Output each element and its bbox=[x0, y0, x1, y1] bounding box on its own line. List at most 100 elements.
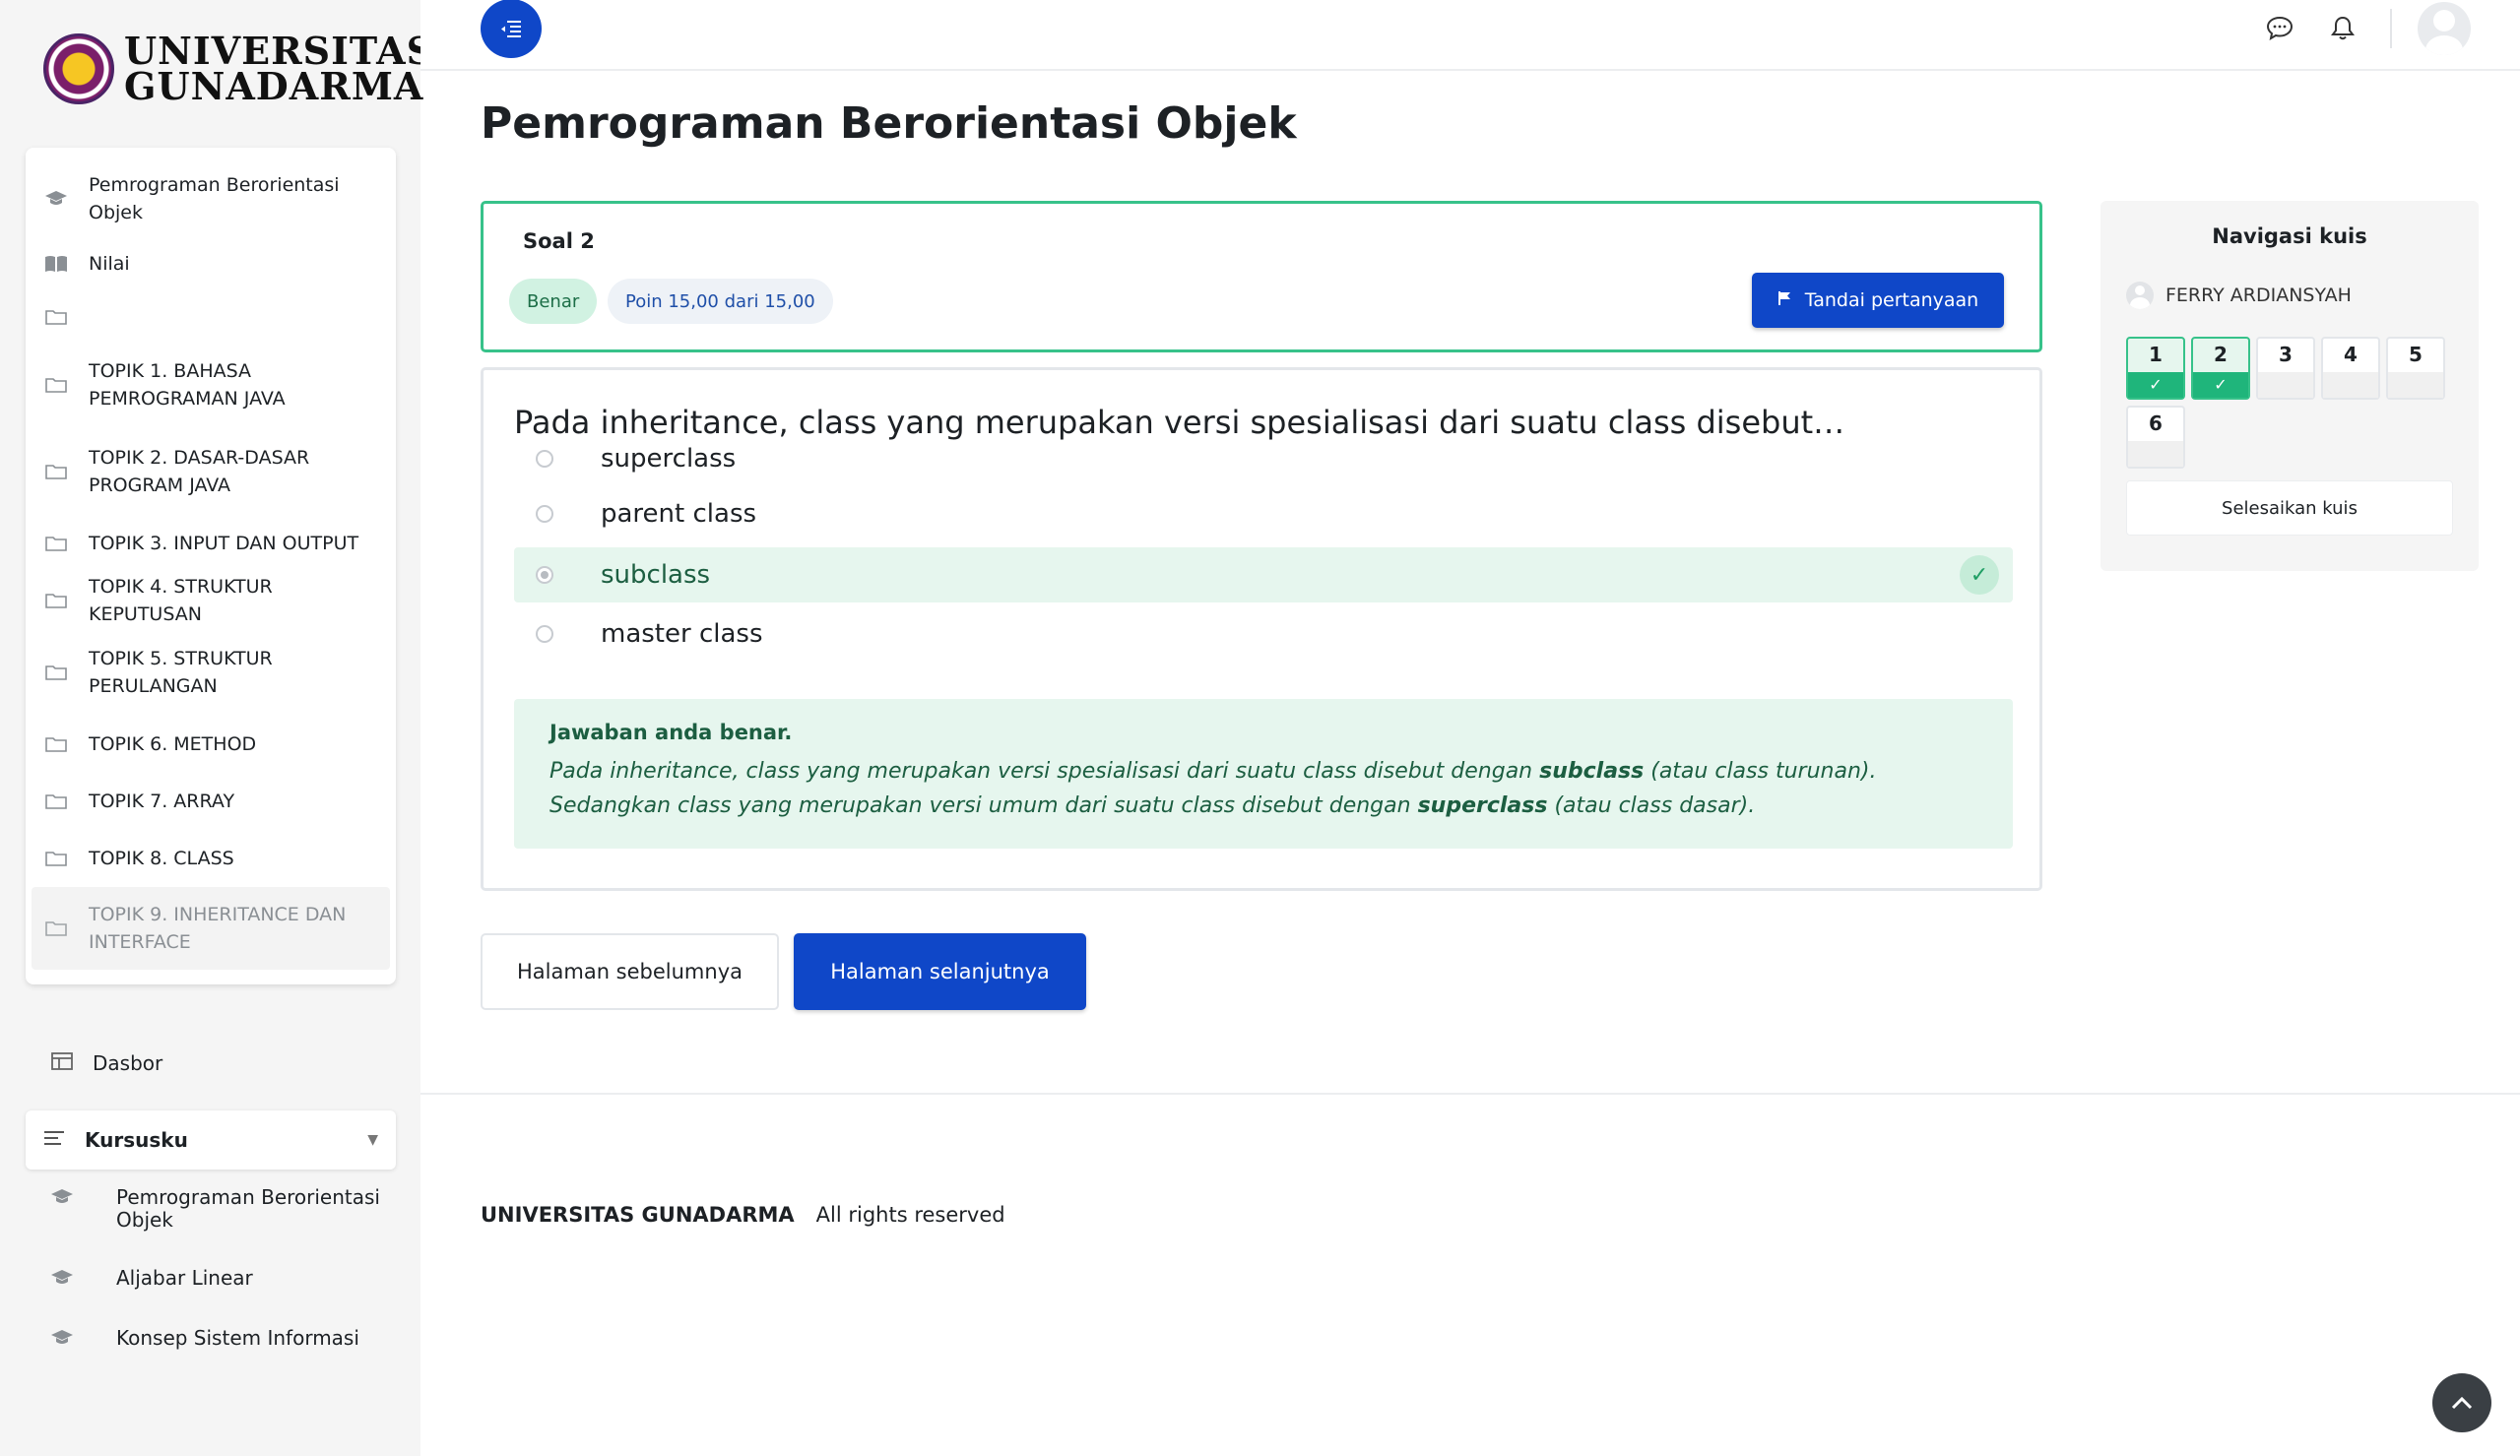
my-course-label: Pemrograman Berorientasi Objek bbox=[116, 1185, 380, 1232]
previous-page-button[interactable]: Halaman sebelumnya bbox=[481, 933, 779, 1010]
page-title: Pemrograman Berorientasi Objek bbox=[481, 98, 1297, 149]
answer-label: subclass bbox=[601, 560, 711, 590]
quiz-nav-number: 6 bbox=[2149, 411, 2163, 435]
notifications-bell-icon[interactable] bbox=[2325, 11, 2360, 46]
answer-label: parent class bbox=[601, 499, 757, 529]
messages-icon[interactable] bbox=[2262, 11, 2297, 46]
my-course-label: Aljabar Linear bbox=[116, 1266, 253, 1290]
footer-org: UNIVERSITAS GUNADARMA bbox=[481, 1203, 795, 1227]
unanswered-bar bbox=[2258, 372, 2313, 398]
sidebar-item-grades[interactable]: Nilai bbox=[26, 235, 396, 292]
university-logo[interactable]: UNIVERSITAS GUNADARMA bbox=[43, 29, 435, 108]
folder-icon bbox=[43, 535, 69, 552]
sidebar-item-topic-4[interactable]: TOPIK 4. STRUKTUR KEPUTUSAN bbox=[26, 572, 396, 629]
folder-icon bbox=[43, 376, 69, 394]
radio-button[interactable] bbox=[536, 505, 553, 523]
sidebar: UNIVERSITAS GUNADARMA Pemrograman Berori… bbox=[0, 0, 433, 1456]
answered-check-icon: ✓ bbox=[2193, 372, 2248, 398]
top-navbar bbox=[420, 0, 2520, 71]
my-courses-list: Pemrograman Berorientasi Objek Aljabar L… bbox=[49, 1186, 394, 1387]
answer-option-selected[interactable]: subclass ✓ bbox=[514, 547, 2013, 602]
unanswered-bar bbox=[2323, 372, 2378, 398]
my-course-item[interactable]: Aljabar Linear bbox=[49, 1267, 394, 1292]
sidebar-item-label: TOPIK 5. STRUKTUR PERULANGAN bbox=[89, 648, 273, 697]
feedback-text: Pada inheritance, class yang merupakan v… bbox=[549, 759, 1877, 818]
quiz-nav-button-5[interactable]: 5 bbox=[2386, 337, 2445, 400]
flag-icon bbox=[1777, 290, 1791, 310]
quiz-nav-number: 1 bbox=[2149, 343, 2163, 366]
sidebar-item-course[interactable]: Pemrograman Berorientasi Objek bbox=[26, 162, 396, 235]
my-course-item[interactable]: Pemrograman Berorientasi Objek bbox=[49, 1186, 394, 1232]
finish-quiz-button[interactable]: Selesaikan kuis bbox=[2126, 480, 2453, 536]
back-to-top-button[interactable] bbox=[2432, 1373, 2491, 1432]
quiz-nav-button-3[interactable]: 3 bbox=[2256, 337, 2315, 400]
sidebar-item-topic-7[interactable]: TOPIK 7. ARRAY bbox=[26, 773, 396, 830]
quiz-nav-number: 5 bbox=[2409, 343, 2423, 366]
sidebar-item-topic-8[interactable]: TOPIK 8. CLASS bbox=[26, 830, 396, 887]
radio-button[interactable] bbox=[536, 566, 553, 584]
my-courses-label: Kursusku bbox=[85, 1128, 188, 1152]
answer-option[interactable]: superclass bbox=[514, 431, 2013, 486]
quiz-nav-number: 2 bbox=[2214, 343, 2228, 366]
answer-option[interactable]: master class bbox=[514, 606, 2013, 662]
answer-option[interactable]: parent class bbox=[514, 486, 2013, 541]
dashboard-icon bbox=[51, 1051, 73, 1075]
sidebar-item-topic-1[interactable]: TOPIK 1. BAHASA PEMROGRAMAN JAVA bbox=[26, 342, 396, 428]
sidebar-item-dashboard[interactable]: Dasbor bbox=[51, 1051, 162, 1075]
sidebar-item-label: TOPIK 7. ARRAY bbox=[89, 791, 235, 812]
feedback-title: Jawaban anda benar. bbox=[549, 721, 793, 744]
quiz-nav-button-6[interactable]: 6 bbox=[2126, 406, 2185, 469]
sidebar-item-general[interactable] bbox=[26, 292, 396, 342]
indent-icon bbox=[501, 21, 521, 37]
my-courses-toggle[interactable]: Kursusku ▼ bbox=[26, 1110, 396, 1170]
folder-icon bbox=[43, 664, 69, 681]
sidebar-item-topic-3[interactable]: TOPIK 3. INPUT DAN OUTPUT bbox=[26, 515, 396, 572]
unanswered-bar bbox=[2388, 372, 2443, 398]
graduation-cap-icon bbox=[49, 1267, 79, 1292]
flag-question-label: Tandai pertanyaan bbox=[1804, 289, 1979, 311]
sidebar-item-topic-6[interactable]: TOPIK 6. METHOD bbox=[26, 716, 396, 773]
flag-question-button[interactable]: Tandai pertanyaan bbox=[1752, 273, 2004, 328]
quiz-nav-button-2[interactable]: 2 ✓ bbox=[2191, 337, 2250, 400]
my-course-item[interactable]: Konsep Sistem Informasi bbox=[49, 1327, 394, 1352]
folder-icon bbox=[43, 850, 69, 867]
next-page-button[interactable]: Halaman selanjutnya bbox=[794, 933, 1086, 1010]
user-avatar[interactable] bbox=[2418, 2, 2471, 55]
navbar-divider bbox=[2390, 9, 2392, 48]
sidebar-item-label: TOPIK 1. BAHASA PEMROGRAMAN JAVA bbox=[89, 360, 286, 410]
quiz-navigation-panel: Navigasi kuis FERRY ARDIANSYAH 1 ✓ 2 ✓ 3… bbox=[2100, 201, 2479, 571]
university-seal-icon bbox=[43, 33, 114, 104]
quiz-nav-button-1[interactable]: 1 ✓ bbox=[2126, 337, 2185, 400]
graduation-cap-icon bbox=[43, 190, 69, 208]
sidebar-item-label: TOPIK 6. METHOD bbox=[89, 733, 257, 755]
book-open-icon bbox=[43, 255, 69, 273]
graduation-cap-icon bbox=[49, 1327, 79, 1352]
sidebar-item-topic-9[interactable]: TOPIK 9. INHERITANCE DAN INTERFACE bbox=[32, 887, 390, 970]
answered-check-icon: ✓ bbox=[2128, 372, 2183, 398]
footer: UNIVERSITAS GUNADARMA All rights reserved bbox=[420, 1093, 2520, 1456]
folder-icon bbox=[43, 592, 69, 609]
drawer-toggle-button[interactable] bbox=[481, 0, 542, 58]
radio-button[interactable] bbox=[536, 625, 553, 643]
footer-text: UNIVERSITAS GUNADARMA All rights reserved bbox=[481, 1203, 1005, 1227]
question-number: Soal 2 bbox=[523, 229, 595, 253]
footer-rights: All rights reserved bbox=[815, 1203, 1005, 1227]
graduation-cap-icon bbox=[49, 1186, 79, 1211]
sidebar-item-label: Nilai bbox=[89, 253, 130, 275]
sidebar-item-label: TOPIK 8. CLASS bbox=[89, 848, 234, 869]
quiz-nav-number: 4 bbox=[2344, 343, 2358, 366]
sidebar-item-topic-5[interactable]: TOPIK 5. STRUKTUR PERULANGAN bbox=[26, 629, 396, 716]
sidebar-item-label: TOPIK 9. INHERITANCE DAN INTERFACE bbox=[89, 904, 347, 953]
answer-label: master class bbox=[601, 619, 763, 649]
my-course-label: Konsep Sistem Informasi bbox=[116, 1326, 359, 1350]
radio-button[interactable] bbox=[536, 450, 553, 468]
quiz-nav-button-4[interactable]: 4 bbox=[2321, 337, 2380, 400]
quiz-user: FERRY ARDIANSYAH bbox=[2126, 282, 2352, 309]
logo-text: UNIVERSITAS GUNADARMA bbox=[124, 29, 435, 108]
sidebar-item-label: TOPIK 2. DASAR-DASAR PROGRAM JAVA bbox=[89, 447, 310, 496]
caret-down-icon: ▼ bbox=[367, 1132, 378, 1148]
sidebar-item-topic-2[interactable]: TOPIK 2. DASAR-DASAR PROGRAM JAVA bbox=[26, 428, 396, 515]
course-index: Pemrograman Berorientasi Objek Nilai TOP… bbox=[26, 148, 396, 984]
sidebar-item-label: TOPIK 4. STRUKTUR KEPUTUSAN bbox=[89, 576, 273, 625]
top-icons bbox=[2234, 2, 2471, 55]
